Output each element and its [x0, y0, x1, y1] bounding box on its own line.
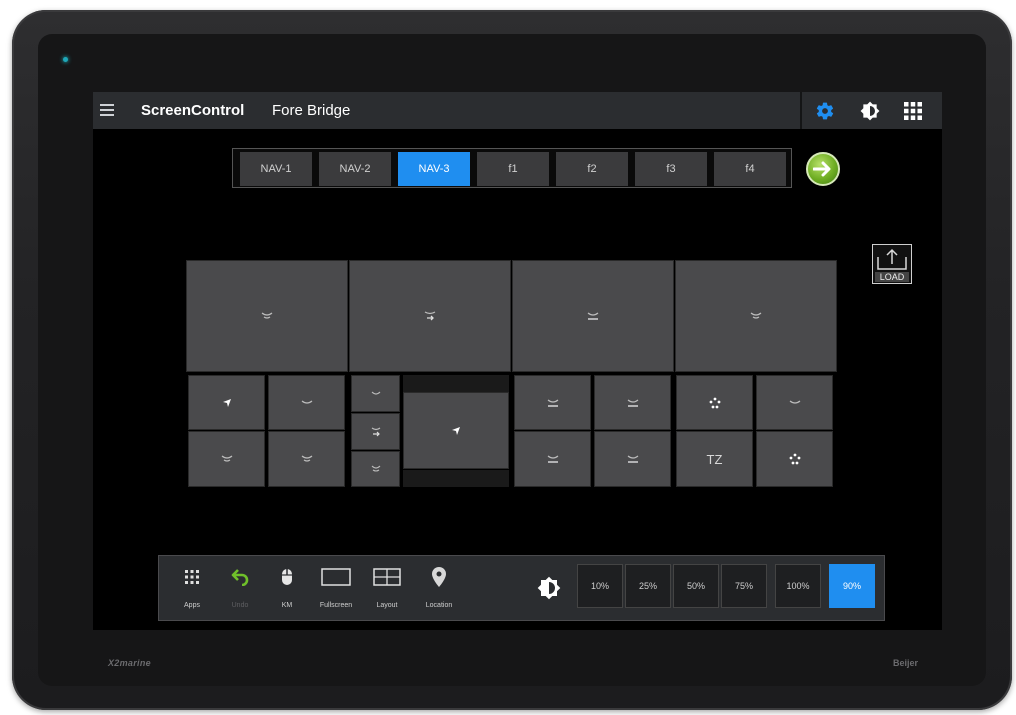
undo-icon [231, 569, 249, 586]
display-source-icon [301, 400, 312, 404]
fullscreen-tool-button[interactable]: Fullscreen [311, 556, 361, 620]
radar-source-icon [627, 455, 638, 463]
multi-source-dots-icon [789, 453, 800, 465]
tab-nav-1[interactable]: NAV-1 [240, 152, 312, 186]
tab-f4[interactable]: f4 [714, 152, 786, 186]
display-source-icon [789, 400, 800, 404]
undo-tool-button[interactable]: Undo [215, 556, 265, 620]
settings-gear-icon [816, 102, 834, 119]
screen-tile-18[interactable] [756, 375, 833, 430]
settings-button[interactable] [805, 92, 845, 129]
screen-tile-6[interactable] [268, 375, 345, 430]
brightness-75-button[interactable]: 75% [721, 564, 767, 608]
apps-button[interactable] [893, 92, 933, 129]
bottom-toolbar: Apps Undo KM Fullscreen Layout Location … [158, 555, 885, 621]
menu-icon[interactable] [100, 104, 114, 116]
fullscreen-tool-label: Fullscreen [319, 602, 353, 609]
radar-source-icon [587, 312, 599, 320]
radar-source-icon [627, 399, 638, 407]
arrow-right-icon [813, 161, 831, 177]
screen-tile-15[interactable] [514, 431, 591, 487]
radar-source-icon [547, 455, 558, 463]
next-arrow-button[interactable] [806, 152, 840, 186]
brand-logo-left: X2marine [108, 658, 151, 668]
tile-letterbox-top [403, 375, 509, 392]
screen-tile-1[interactable] [186, 260, 348, 372]
tab-nav-3[interactable]: NAV-3 [398, 152, 470, 186]
multi-source-dots-icon [709, 397, 720, 408]
screen-tile-7[interactable] [188, 431, 265, 487]
radar-source-icon [547, 399, 558, 407]
screen-tile-19[interactable]: TZ [676, 431, 753, 487]
brightness-100-button[interactable]: 100% [775, 564, 821, 608]
apps-grid-icon [185, 570, 199, 584]
brightness-icon [537, 576, 561, 600]
cursor-icon [452, 426, 460, 435]
screen-tile-4[interactable] [675, 260, 837, 372]
screen: ScreenControl Fore Bridge NAV-1 NAV-2 NA… [93, 92, 942, 630]
screen-tile-16[interactable] [594, 431, 671, 487]
layout-tool-label: Layout [376, 602, 398, 609]
apps-grid-icon [904, 101, 922, 120]
screen-tile-3[interactable] [512, 260, 674, 372]
location-tool-button[interactable]: Location [414, 556, 464, 620]
screen-tile-14[interactable] [594, 375, 671, 430]
display-source-icon [301, 455, 312, 462]
tab-f1[interactable]: f1 [477, 152, 549, 186]
tab-f2[interactable]: f2 [556, 152, 628, 186]
source-arrow-icon [424, 311, 436, 321]
fullscreen-icon [321, 568, 351, 586]
status-led [63, 57, 68, 62]
location-tool-label: Location [425, 602, 453, 609]
apps-tool-button[interactable]: Apps [167, 556, 217, 620]
layout-icon [373, 568, 401, 586]
km-tool-button[interactable]: KM [262, 556, 312, 620]
display-source-icon [221, 455, 232, 462]
layout-tool-button[interactable]: Layout [362, 556, 412, 620]
load-button[interactable]: LOAD [872, 244, 912, 284]
brightness-10-button[interactable]: 10% [577, 564, 623, 608]
screen-tile-13[interactable] [514, 375, 591, 430]
tz-label: TZ [706, 451, 723, 467]
display-source-icon [261, 312, 273, 319]
screen-tile-2[interactable] [349, 260, 511, 372]
brightness-25-button[interactable]: 25% [625, 564, 671, 608]
display-source-icon [371, 465, 380, 472]
source-arrow-icon [371, 427, 380, 436]
brightness-button[interactable] [850, 92, 890, 129]
brightness-icon [860, 101, 880, 120]
header-bar: ScreenControl Fore Bridge [93, 92, 942, 129]
display-source-icon [750, 312, 762, 319]
brightness-indicator [534, 573, 564, 603]
load-label: LOAD [875, 272, 909, 282]
location-pin-icon [432, 567, 446, 587]
preset-tab-bar: NAV-1 NAV-2 NAV-3 f1 f2 f3 f4 [232, 148, 792, 188]
screen-tile-8[interactable] [268, 431, 345, 487]
screen-tile-10[interactable] [351, 413, 400, 450]
display-source-icon [371, 391, 380, 395]
header-divider [800, 92, 802, 129]
screen-tile-12[interactable] [403, 392, 509, 469]
cursor-icon [222, 398, 231, 407]
app-title: ScreenControl [141, 102, 245, 119]
screen-tile-20[interactable] [756, 431, 833, 487]
brand-logo-right: Beijer [893, 658, 919, 668]
screen-tile-9[interactable] [351, 375, 400, 412]
upload-icon [877, 248, 907, 270]
location-title: Fore Bridge [272, 102, 351, 119]
screen-tile-5[interactable] [188, 375, 265, 430]
screen-tile-17[interactable] [676, 375, 753, 430]
tab-nav-2[interactable]: NAV-2 [319, 152, 391, 186]
tab-f3[interactable]: f3 [635, 152, 707, 186]
brightness-50-button[interactable]: 50% [673, 564, 719, 608]
tile-letterbox-bottom [403, 470, 509, 487]
mouse-icon [282, 569, 292, 585]
screen-tile-11[interactable] [351, 451, 400, 487]
brightness-90-button[interactable]: 90% [829, 564, 875, 608]
